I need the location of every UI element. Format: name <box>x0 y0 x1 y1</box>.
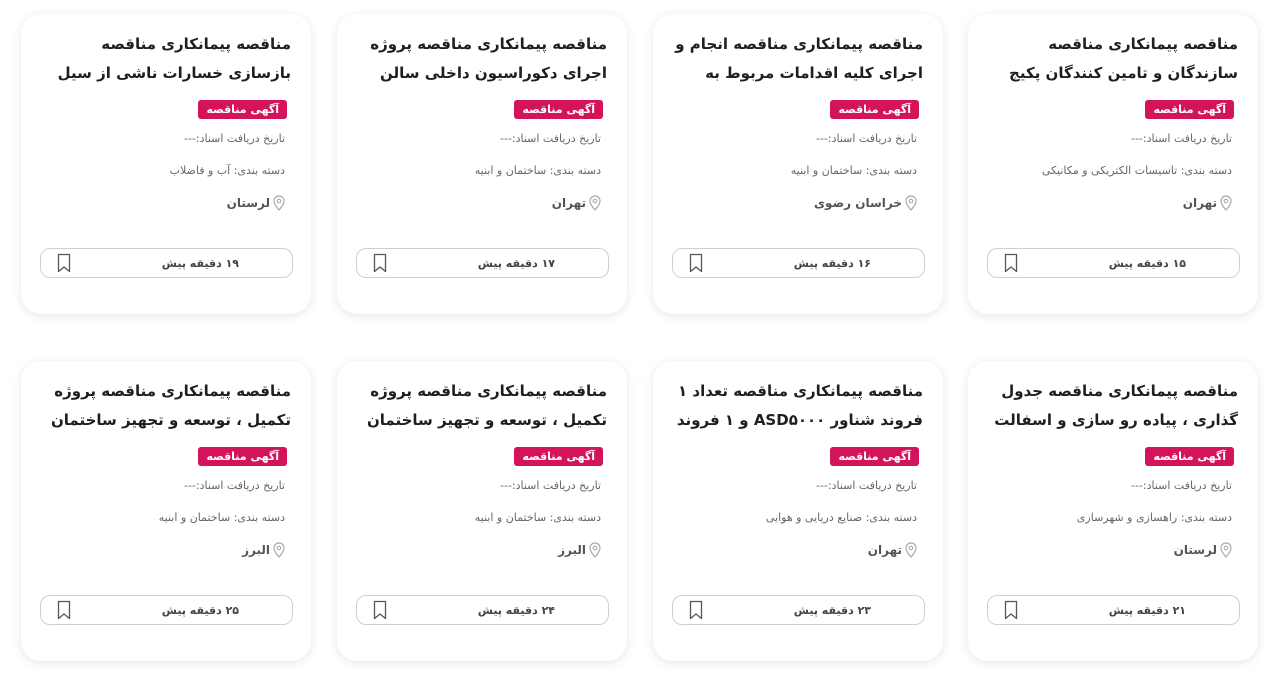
location: تهران <box>673 542 917 558</box>
bookmark-icon[interactable] <box>57 600 71 620</box>
receive-date: تاریخ دریافت اسناد:--- <box>183 132 285 145</box>
tender-card[interactable]: مناقصه پیمانکاری مناقصه جدول گذاری ، پیا… <box>968 361 1258 661</box>
tender-title[interactable]: مناقصه پیمانکاری مناقصه جدول گذاری ، پیا… <box>988 377 1238 435</box>
bookmark-icon[interactable] <box>1004 253 1018 273</box>
location: لرستان <box>988 542 1232 558</box>
location-pin-icon <box>1220 195 1232 211</box>
category: دسته بندی: راهسازی و شهرسازی <box>1076 511 1232 524</box>
tender-title[interactable]: مناقصه پیمانکاری مناقصه انجام و اجرای کل… <box>673 30 923 88</box>
posted-time: ۱۷ دقیقه پیش <box>477 256 555 270</box>
location-label: لرستان <box>226 196 270 210</box>
tender-card[interactable]: مناقصه پیمانکاری مناقصه بازسازی خسارات ن… <box>21 14 311 314</box>
tender-badge: آگهی مناقصه <box>830 447 919 466</box>
posted-time: ۲۳ دقیقه پیش <box>793 603 871 617</box>
bookmark-icon[interactable] <box>373 253 387 273</box>
location-pin-icon <box>905 195 917 211</box>
card-footer: ۱۵ دقیقه پیش <box>987 248 1240 278</box>
receive-date: تاریخ دریافت اسناد:--- <box>1130 132 1232 145</box>
tender-title[interactable]: مناقصه پیمانکاری مناقصه پروژه تکمیل ، تو… <box>41 377 291 435</box>
tender-title[interactable]: مناقصه پیمانکاری مناقصه پروژه اجرای دکور… <box>357 30 607 88</box>
location-pin-icon <box>589 542 601 558</box>
location: البرز <box>41 542 285 558</box>
tender-badge: آگهی مناقصه <box>514 100 603 119</box>
receive-date: تاریخ دریافت اسناد:--- <box>815 479 917 492</box>
location-pin-icon <box>273 195 285 211</box>
location-pin-icon <box>905 542 917 558</box>
bookmark-icon[interactable] <box>1004 600 1018 620</box>
category: دسته بندی: تاسیسات الکتریکی و مکانیکی <box>1041 164 1232 177</box>
receive-date: تاریخ دریافت اسناد:--- <box>499 479 601 492</box>
posted-time: ۲۴ دقیقه پیش <box>477 603 555 617</box>
tender-badge: آگهی مناقصه <box>1145 447 1234 466</box>
tender-card[interactable]: مناقصه پیمانکاری مناقصه تعداد ۱ فروند شن… <box>653 361 943 661</box>
posted-time: ۱۶ دقیقه پیش <box>793 256 871 270</box>
tender-card[interactable]: مناقصه پیمانکاری مناقصه سازندگان و تامین… <box>968 14 1258 314</box>
card-footer: ۲۴ دقیقه پیش <box>356 595 609 625</box>
tender-badge: آگهی مناقصه <box>198 447 287 466</box>
tender-title[interactable]: مناقصه پیمانکاری مناقصه سازندگان و تامین… <box>988 30 1238 88</box>
location-label: تهران <box>1182 196 1217 210</box>
category: دسته بندی: آب و فاضلاب <box>169 164 285 177</box>
card-footer: ۲۱ دقیقه پیش <box>987 595 1240 625</box>
bookmark-icon[interactable] <box>373 600 387 620</box>
location: البرز <box>357 542 601 558</box>
location: لرستان <box>41 195 285 211</box>
location-pin-icon <box>1220 542 1232 558</box>
location: تهران <box>988 195 1232 211</box>
tender-title[interactable]: مناقصه پیمانکاری مناقصه بازسازی خسارات ن… <box>41 30 291 88</box>
tender-badge: آگهی مناقصه <box>198 100 287 119</box>
location-label: البرز <box>558 543 586 557</box>
tender-card[interactable]: مناقصه پیمانکاری مناقصه پروژه تکمیل ، تو… <box>337 361 627 661</box>
location: خراسان رضوی <box>673 195 917 211</box>
card-footer: ۱۷ دقیقه پیش <box>356 248 609 278</box>
receive-date: تاریخ دریافت اسناد:--- <box>815 132 917 145</box>
receive-date: تاریخ دریافت اسناد:--- <box>183 479 285 492</box>
posted-time: ۱۵ دقیقه پیش <box>1108 256 1186 270</box>
tender-card[interactable]: مناقصه پیمانکاری مناقصه انجام و اجرای کل… <box>653 14 943 314</box>
location-label: خراسان رضوی <box>814 196 902 210</box>
posted-time: ۱۹ دقیقه پیش <box>161 256 239 270</box>
tender-title[interactable]: مناقصه پیمانکاری مناقصه پروژه تکمیل ، تو… <box>357 377 607 435</box>
category: دسته بندی: ساختمان و ابنیه <box>158 511 285 524</box>
receive-date: تاریخ دریافت اسناد:--- <box>499 132 601 145</box>
tender-badge: آگهی مناقصه <box>1145 100 1234 119</box>
posted-time: ۲۵ دقیقه پیش <box>161 603 239 617</box>
location-pin-icon <box>273 542 285 558</box>
card-footer: ۱۹ دقیقه پیش <box>40 248 293 278</box>
location: تهران <box>357 195 601 211</box>
bookmark-icon[interactable] <box>689 600 703 620</box>
posted-time: ۲۱ دقیقه پیش <box>1108 603 1186 617</box>
location-label: تهران <box>551 196 586 210</box>
card-footer: ۲۳ دقیقه پیش <box>672 595 925 625</box>
category: دسته بندی: صنایع دریایی و هوایی <box>765 511 917 524</box>
location-pin-icon <box>589 195 601 211</box>
category: دسته بندی: ساختمان و ابنیه <box>474 164 601 177</box>
location-label: لرستان <box>1173 543 1217 557</box>
tender-badge: آگهی مناقصه <box>514 447 603 466</box>
category: دسته بندی: ساختمان و ابنیه <box>790 164 917 177</box>
card-footer: ۲۵ دقیقه پیش <box>40 595 293 625</box>
location-label: تهران <box>867 543 902 557</box>
tender-badge: آگهی مناقصه <box>830 100 919 119</box>
location-label: البرز <box>242 543 270 557</box>
tender-title[interactable]: مناقصه پیمانکاری مناقصه تعداد ۱ فروند شن… <box>673 377 923 435</box>
card-footer: ۱۶ دقیقه پیش <box>672 248 925 278</box>
tender-card[interactable]: مناقصه پیمانکاری مناقصه پروژه اجرای دکور… <box>337 14 627 314</box>
tender-grid: مناقصه پیمانکاری مناقصه سازندگان و تامین… <box>0 0 1277 681</box>
category: دسته بندی: ساختمان و ابنیه <box>474 511 601 524</box>
receive-date: تاریخ دریافت اسناد:--- <box>1130 479 1232 492</box>
tender-card[interactable]: مناقصه پیمانکاری مناقصه پروژه تکمیل ، تو… <box>21 361 311 661</box>
bookmark-icon[interactable] <box>689 253 703 273</box>
bookmark-icon[interactable] <box>57 253 71 273</box>
